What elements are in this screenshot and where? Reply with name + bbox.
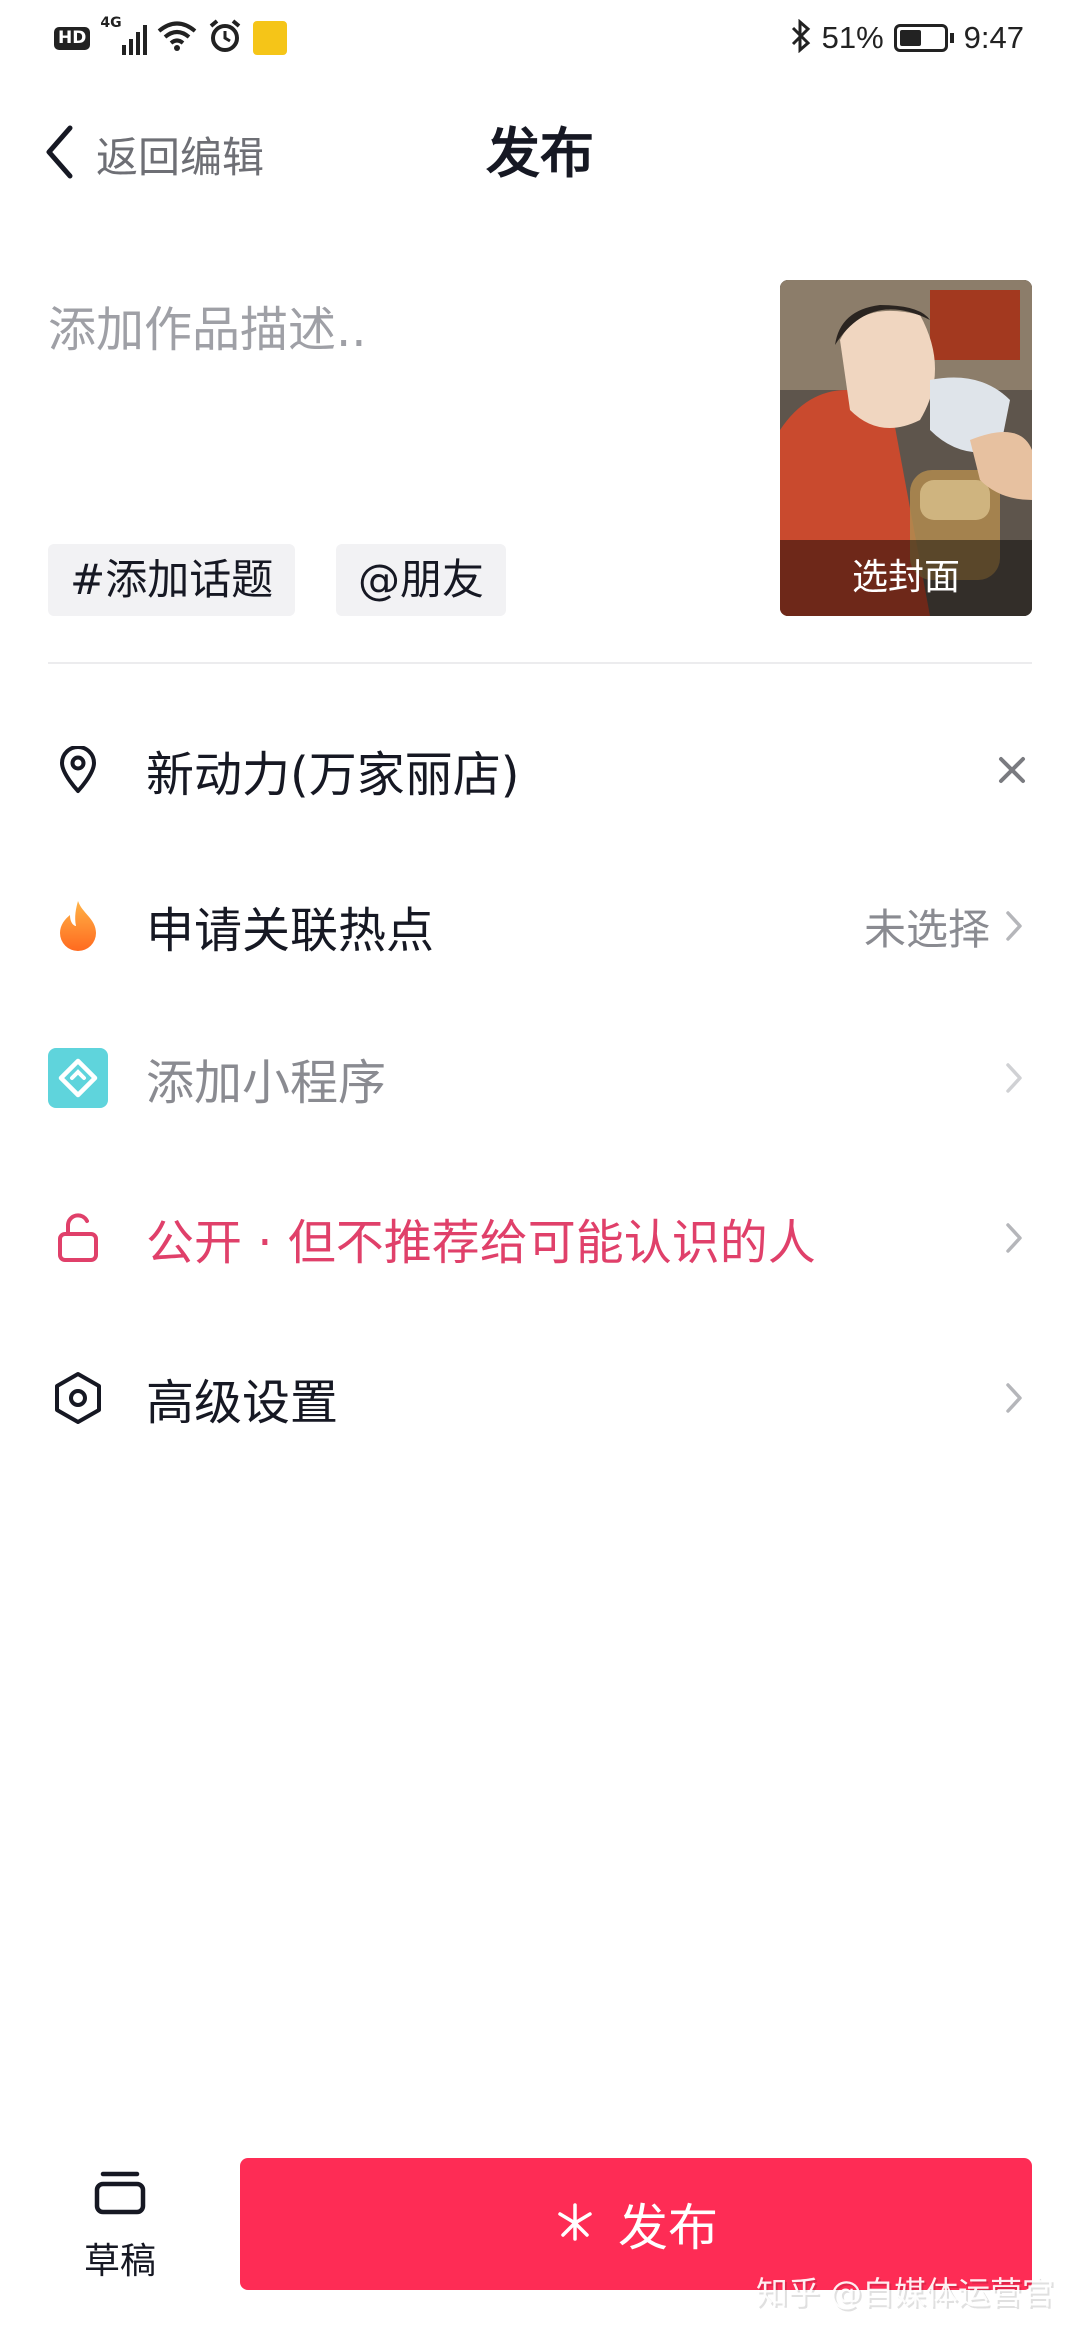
drafts-button[interactable]: 草稿 (70, 2170, 170, 2290)
divider (48, 662, 1032, 664)
alarm-icon (207, 18, 243, 58)
status-bar-right: 51% 9:47 (790, 18, 1024, 58)
drafts-label: 草稿 (83, 2241, 156, 2282)
chevron-right-icon (1000, 1218, 1028, 1258)
select-cover-label: 选封面 (780, 540, 1032, 616)
chevron-right-icon (1000, 906, 1028, 946)
hotspot-row[interactable]: 申请关联热点 未选择 (0, 866, 1080, 986)
hd-badge: HD (54, 26, 91, 50)
mini-program-row[interactable]: 添加小程序 (0, 1018, 1080, 1138)
chevron-left-icon (44, 124, 74, 184)
status-bar-left: HD 4G (54, 15, 288, 58)
add-topic-button[interactable]: #添加话题 (48, 544, 296, 616)
chevron-right-icon (1000, 1378, 1028, 1418)
location-label: 新动力(万家丽店) (146, 747, 520, 803)
unlock-icon (46, 1206, 110, 1270)
back-label: 返回编辑 (96, 132, 265, 182)
battery-percent: 51% (821, 20, 884, 55)
back-to-edit-button[interactable]: 返回编辑 (44, 118, 264, 190)
chevron-right-icon (1000, 1058, 1028, 1098)
app-notification-icon (253, 21, 288, 55)
sparkle-icon (554, 2201, 596, 2247)
location-pin-icon (46, 738, 110, 802)
publish-label: 发布 (618, 2199, 718, 2257)
hotspot-value: 未选择 (863, 904, 990, 954)
select-cover-button[interactable]: 选封面 (780, 280, 1032, 616)
clock-time: 9:47 (963, 20, 1024, 55)
description-input[interactable] (48, 280, 748, 380)
watermark: 知乎 @自媒体运营官 (755, 2274, 1054, 2312)
hotspot-label: 申请关联热点 (146, 903, 435, 959)
wifi-icon (157, 20, 197, 56)
bluetooth-icon (790, 18, 812, 57)
mini-program-label: 添加小程序 (146, 1055, 387, 1111)
flame-icon (46, 894, 110, 958)
advanced-settings-row[interactable]: 高级设置 (0, 1338, 1080, 1458)
advanced-settings-label: 高级设置 (146, 1375, 339, 1431)
mini-program-icon (46, 1046, 110, 1110)
battery-icon (893, 24, 954, 52)
page-title: 发布 (486, 122, 594, 185)
signal-icon: 4G (100, 15, 148, 55)
network-type-label: 4G (100, 15, 122, 31)
privacy-row[interactable]: 公开 · 但不推荐给可能认识的人 (0, 1178, 1080, 1298)
status-bar: HD 4G 51% 9:47 (0, 0, 1080, 76)
clear-location-icon[interactable] (990, 748, 1034, 792)
privacy-label: 公开 · 但不推荐给可能认识的人 (146, 1215, 816, 1271)
drafts-box-icon (93, 2170, 147, 2220)
location-row[interactable]: 新动力(万家丽店) (0, 710, 1080, 830)
settings-hexagon-icon (46, 1366, 110, 1430)
mention-friend-button[interactable]: @朋友 (336, 544, 507, 616)
